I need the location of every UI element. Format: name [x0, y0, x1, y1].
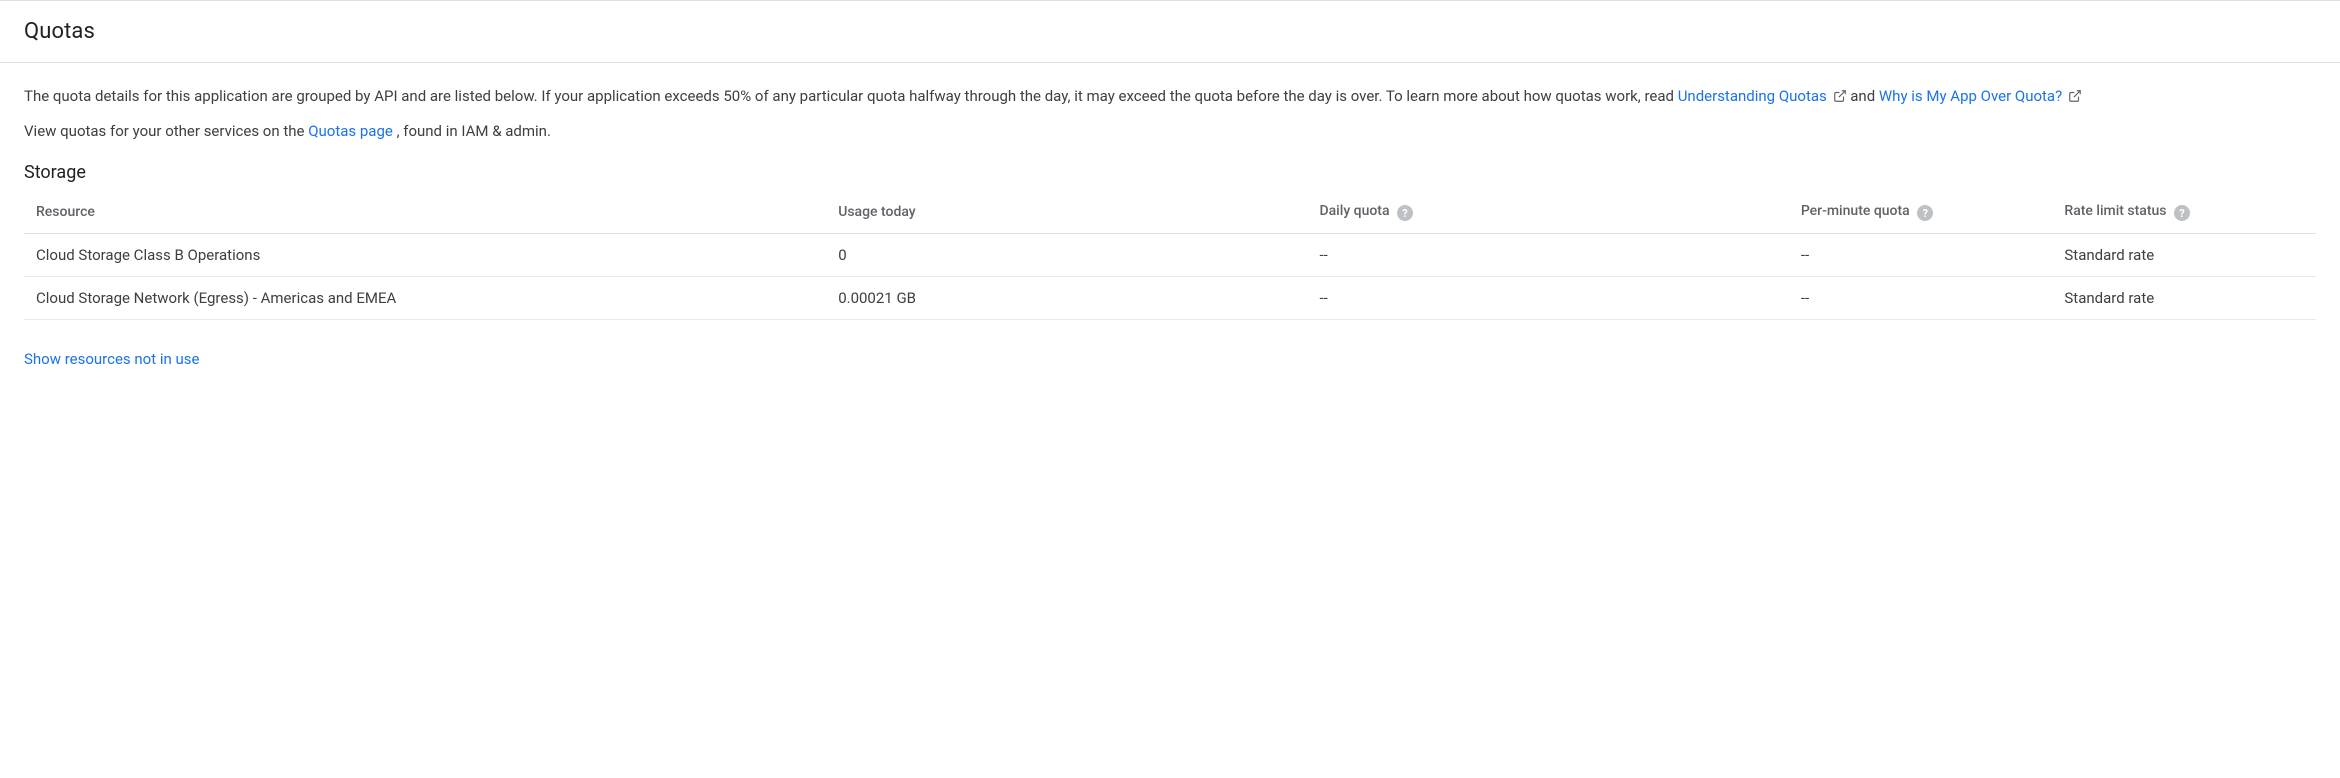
intro-paragraph-2: View quotas for your other services on t… [24, 120, 2224, 143]
col-header-perminute-text: Per-minute quota [1801, 203, 1910, 219]
cell-usage: 0 [826, 234, 1307, 277]
cell-daily: -- [1308, 277, 1789, 320]
show-resources-link[interactable]: Show resources not in use [24, 350, 199, 368]
help-icon[interactable]: ? [1397, 205, 1413, 221]
why-over-quota-link[interactable]: Why is My App Over Quota? [1879, 87, 2082, 105]
col-header-usage: Usage today [826, 191, 1307, 234]
intro-text-2a: View quotas for your other services on t… [24, 122, 308, 140]
col-header-resource: Resource [24, 191, 826, 234]
help-icon[interactable]: ? [2174, 205, 2190, 221]
cell-perminute: -- [1789, 234, 2053, 277]
table-header-row: Resource Usage today Daily quota ? Per-m… [24, 191, 2316, 234]
col-header-perminute: Per-minute quota ? [1789, 191, 2053, 234]
page-title: Quotas [24, 19, 2316, 44]
cell-rate: Standard rate [2052, 277, 2316, 320]
cell-resource: Cloud Storage Class B Operations [24, 234, 826, 277]
why-over-quota-link-text: Why is My App Over Quota? [1879, 87, 2062, 105]
understanding-quotas-link-text: Understanding Quotas [1678, 87, 1827, 105]
intro-text-1a: The quota details for this application a… [24, 87, 1678, 105]
understanding-quotas-link[interactable]: Understanding Quotas [1678, 87, 1851, 105]
intro-text-1b: and [1850, 87, 1879, 105]
table-row: Cloud Storage Network (Egress) - America… [24, 277, 2316, 320]
help-icon[interactable]: ? [1917, 205, 1933, 221]
external-link-icon [1833, 87, 1847, 110]
content-area: The quota details for this application a… [0, 63, 2340, 390]
cell-usage: 0.00021 GB [826, 277, 1307, 320]
col-header-daily: Daily quota ? [1308, 191, 1789, 234]
external-link-icon [2068, 87, 2082, 110]
header-bar: Quotas [0, 0, 2340, 63]
quotas-page-link[interactable]: Quotas page [308, 122, 393, 140]
cell-resource: Cloud Storage Network (Egress) - America… [24, 277, 826, 320]
cell-perminute: -- [1789, 277, 2053, 320]
intro-paragraph-1: The quota details for this application a… [24, 85, 2224, 110]
col-header-rate-text: Rate limit status [2064, 203, 2166, 219]
cell-rate: Standard rate [2052, 234, 2316, 277]
table-row: Cloud Storage Class B Operations 0 -- --… [24, 234, 2316, 277]
col-header-rate: Rate limit status ? [2052, 191, 2316, 234]
col-header-daily-text: Daily quota [1320, 203, 1390, 219]
quotas-table: Resource Usage today Daily quota ? Per-m… [24, 191, 2316, 321]
cell-daily: -- [1308, 234, 1789, 277]
intro-text-2b: , found in IAM & admin. [397, 122, 551, 140]
section-title-storage: Storage [24, 162, 2316, 183]
